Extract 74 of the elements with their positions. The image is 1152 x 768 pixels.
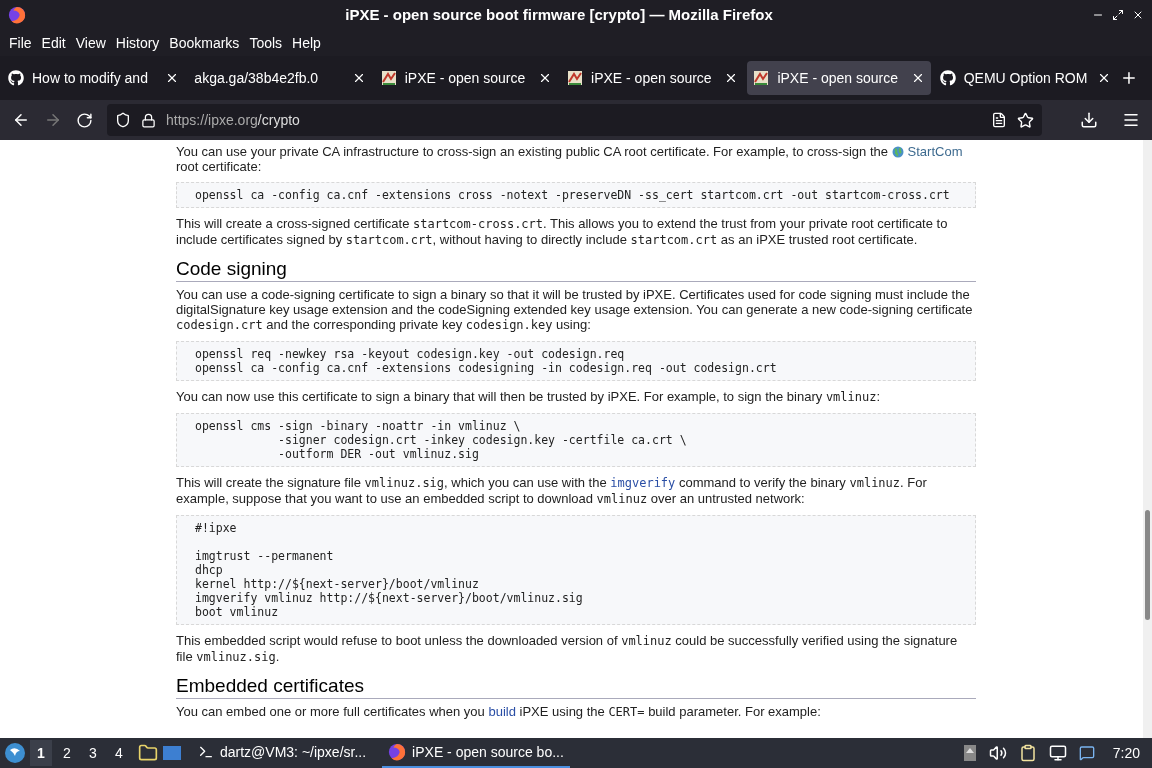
command-link[interactable]: imgverify: [610, 476, 676, 490]
page-favicon-icon: [753, 70, 770, 86]
menu-item[interactable]: File: [4, 32, 37, 54]
code-block: openssl cms -sign -binary -noattr -in vmlinuz \ -signer codesign.crt -inkey codesign.key -certfile ca.crt \ -outform DER -out vmlinuz.sig: [176, 413, 976, 467]
url-text: https://ipxe.org/crypto: [166, 110, 300, 130]
window-title: iPXE - open source boot firmware [crypto] — Mozilla Firefox: [345, 4, 773, 25]
code-block: #!ipxe imgtrust --permanent dhcp kernel http://${next-server}/boot/vmlinuz imgverify vmlinuz http://${next-server}/boot/vmlinuz.sig boot vmlinuz: [176, 515, 976, 625]
scrollbar-thumb[interactable]: [1145, 510, 1150, 620]
browser-tab[interactable]: iPXE - open source: [561, 61, 745, 95]
tab-title: akga.ga/38b4e2fb.0: [194, 68, 320, 88]
desktop-icon[interactable]: [162, 744, 182, 762]
start-menu-icon[interactable]: [4, 742, 26, 764]
notification-icon[interactable]: [1078, 745, 1095, 761]
page-favicon-icon: [567, 70, 584, 86]
page-favicon-icon: [380, 70, 397, 86]
section-heading: Embedded certificates: [176, 675, 976, 699]
menu-icon[interactable]: [1122, 111, 1140, 129]
download-icon[interactable]: [1080, 111, 1098, 129]
paragraph: You can use your private CA infrastructure to cross-sign an existing public CA root certificate. For example, to cross-sign the StartCom root certificate:: [176, 144, 964, 174]
firefox-logo-icon: [8, 6, 26, 24]
build-link[interactable]: build: [488, 704, 516, 719]
browser-tab[interactable]: iPXE - open source: [374, 61, 559, 95]
tab-title: iPXE - open source: [591, 68, 713, 88]
close-icon[interactable]: [1132, 9, 1144, 21]
workspace-button[interactable]: 2: [56, 740, 78, 766]
tab-title: iPXE - open source: [777, 68, 899, 88]
external-link[interactable]: StartCom: [907, 144, 963, 159]
github-icon: [8, 70, 24, 86]
menu-item[interactable]: Tools: [244, 32, 288, 54]
browser-tab[interactable]: akga.ga/38b4e2fb.0: [188, 61, 372, 95]
paragraph: You can embed one or more full certificates when you build iPXE using the CERT= build parameter. For example:: [176, 704, 822, 720]
clipboard-icon[interactable]: [1018, 744, 1037, 762]
paragraph: This will create the signature file vmlinuz.sig, which you can use with the imgverify command to verify the binary vmlinuz. For example, suppose that you want to use an embedded script to download vmlinuz over an untrusted network:: [176, 475, 928, 507]
tab-title: QEMU Option ROM: [963, 68, 1089, 88]
browser-tab[interactable]: QEMU Option ROM: [933, 61, 1118, 95]
menu-item[interactable]: Bookmarks: [164, 32, 245, 54]
browser-tab[interactable]: iPXE - open source: [747, 61, 931, 95]
section-heading: Code signing: [176, 258, 976, 282]
volume-icon[interactable]: [988, 744, 1007, 762]
workspace-button[interactable]: 4: [108, 740, 130, 766]
clock: 7:20: [1112, 743, 1140, 763]
taskbar-item[interactable]: dartz@VM3: ~/ipxe/sr...: [192, 738, 373, 768]
taskbar-item[interactable]: iPXE - open source bo...: [382, 738, 570, 768]
browser-tab[interactable]: How to modify and: [2, 61, 186, 95]
firefox-icon: [388, 743, 407, 761]
menu-item[interactable]: View: [70, 32, 111, 54]
new-tab-icon[interactable]: [1120, 69, 1138, 87]
workspace-button[interactable]: 1: [30, 740, 52, 766]
maximize-icon[interactable]: [1112, 9, 1124, 21]
github-icon: [939, 70, 956, 86]
menu-item[interactable]: Edit: [36, 32, 71, 54]
workspace-button[interactable]: 3: [82, 740, 104, 766]
bookmark-star-icon[interactable]: [1017, 111, 1034, 129]
tab-title: How to modify and: [32, 68, 149, 88]
back-icon[interactable]: [12, 111, 30, 129]
globe-icon: [891, 145, 904, 158]
lock-icon[interactable]: [141, 112, 156, 128]
code-block: openssl ca -config ca.cnf -extensions cross -notext -preserveDN -ss_cert startcom.crt -out startcom-cross.crt: [176, 182, 976, 208]
tab-title: iPXE - open source: [404, 68, 527, 88]
menu-item[interactable]: Help: [287, 32, 326, 54]
network-icon[interactable]: [1048, 744, 1067, 762]
eject-icon[interactable]: [962, 744, 977, 762]
paragraph: You can use a code-signing certificate to sign a binary so that it will be trusted by iPXE. Certificates used for code signing must include the digitalSignature key usage extension and the codeSigning extended key usage extension. You can generate a new code-signing certificate codesign.crt and the corresponding private key codesign.key using:: [176, 287, 974, 333]
menu-item[interactable]: History: [110, 32, 165, 54]
reload-icon[interactable]: [76, 111, 93, 129]
terminal-icon: [198, 744, 214, 760]
code-block: openssl req -newkey rsa -keyout codesign.key -out codesign.req openssl ca -config ca.cnf -extensions codesigning -in codesign.req -out codesign.crt: [176, 341, 976, 381]
paragraph: You can now use this certificate to sign a binary that will then be trusted by iPXE. For example, to sign the binary vmlinuz:: [176, 389, 882, 405]
paragraph: This embedded script would refuse to boot unless the downloaded version of vmlinuz could be successfully verified using the signature file vmlinuz.sig.: [176, 633, 959, 665]
address-bar[interactable]: https://ipxe.org/crypto: [107, 104, 1042, 136]
folder-icon[interactable]: [138, 743, 158, 763]
reader-view-icon[interactable]: [991, 112, 1007, 128]
paragraph: This will create a cross-signed certificate startcom-cross.crt. This allows you to extend the trust from your private root certificate to include certificates signed by startcom.crt, without having to directly include startcom.crt as an iPXE trusted root certificate.: [176, 216, 949, 248]
shield-icon[interactable]: [115, 112, 131, 128]
